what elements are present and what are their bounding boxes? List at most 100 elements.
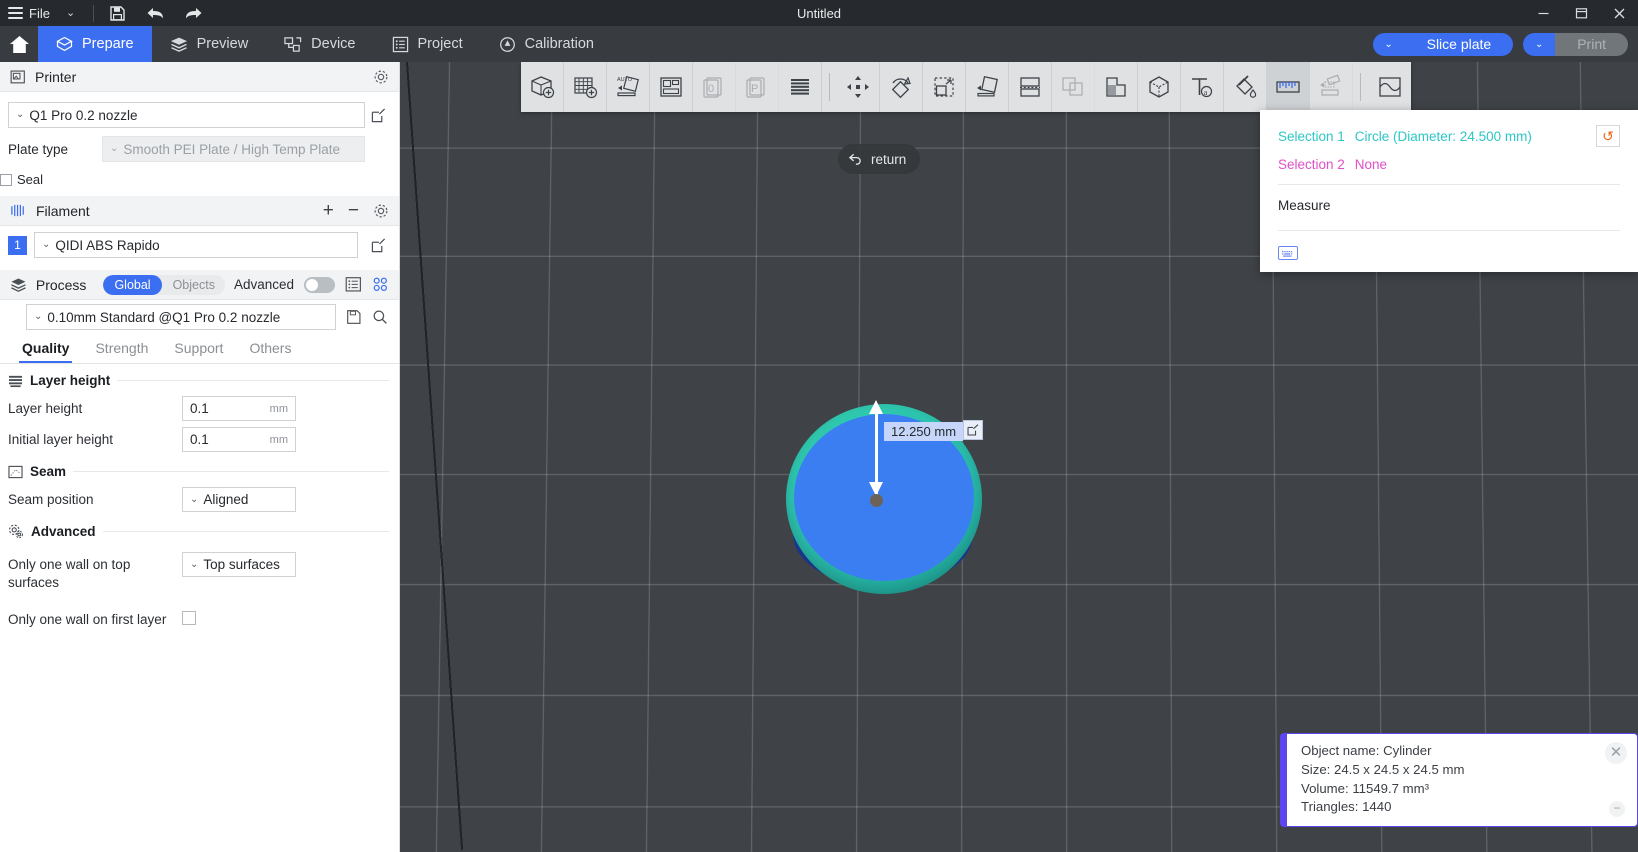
plate-type-select[interactable]: ⌄ Smooth PEI Plate / High Temp Plate [102, 136, 365, 162]
tab-prepare[interactable]: Prepare [38, 26, 152, 62]
scale-icon[interactable] [923, 62, 966, 112]
add-filament-button[interactable]: + [323, 201, 334, 220]
slice-plate-label[interactable]: Slice plate [1405, 33, 1514, 56]
tab-support[interactable]: Support [164, 340, 239, 363]
compare-icon[interactable] [372, 276, 389, 293]
simplify-model-icon[interactable] [1368, 62, 1411, 112]
seam-icon [8, 465, 23, 479]
seam-painting-icon[interactable] [1138, 62, 1181, 112]
seal-checkbox[interactable] [0, 174, 12, 186]
field-layer-height-label: Layer height [8, 396, 182, 418]
circle-center-point[interactable] [870, 494, 883, 507]
rotate-icon[interactable] [880, 62, 923, 112]
file-menu-button[interactable]: File [0, 0, 56, 26]
filament-row: 1 ⌄ QIDI ABS Rapido [0, 226, 399, 258]
close-button[interactable] [1600, 0, 1638, 26]
seam-position-select[interactable]: ⌄ Aligned [182, 487, 296, 512]
variable-layer-height-icon[interactable] [779, 62, 822, 112]
group-divider [73, 471, 389, 472]
save-icon[interactable] [98, 0, 136, 26]
move-icon[interactable] [837, 62, 880, 112]
process-scope-objects[interactable]: Objects [162, 275, 225, 295]
advanced-toggle[interactable] [304, 277, 335, 293]
undo-icon[interactable] [136, 0, 174, 26]
add-plate-icon[interactable] [564, 62, 607, 112]
return-button[interactable]: return [838, 144, 920, 174]
print-options-chevron-down-icon[interactable]: ⌄ [1523, 33, 1555, 56]
layer-height-icon [8, 374, 23, 388]
field-layer-height: Layer height 0.1 mm [0, 393, 399, 424]
tab-quality[interactable]: Quality [12, 340, 85, 363]
tab-preview[interactable]: Preview [152, 26, 267, 62]
selection-2-value: None [1355, 157, 1387, 172]
window-title: Untitled [0, 6, 1638, 21]
restore-button[interactable] [1562, 0, 1600, 26]
field-initial-layer-height: Initial layer height 0.1 mm [0, 424, 399, 455]
one-wall-top-select[interactable]: ⌄ Top surfaces [182, 552, 296, 577]
file-menu-label: File [29, 6, 50, 21]
initial-layer-height-input[interactable]: 0.1 mm [182, 427, 296, 452]
minimize-icon[interactable]: − [1609, 801, 1625, 817]
menu-chevron-down-icon[interactable]: ⌄ [56, 8, 89, 19]
minimize-button[interactable] [1524, 0, 1562, 26]
process-icon [10, 277, 27, 293]
process-section-title: Process [36, 277, 87, 293]
slice-options-chevron-down-icon[interactable]: ⌄ [1373, 33, 1405, 56]
filament-index-badge[interactable]: 1 [8, 236, 27, 255]
assembly-view-icon [1310, 62, 1353, 112]
measure-icon[interactable] [1267, 62, 1310, 112]
home-button[interactable] [0, 26, 38, 62]
printer-settings-gear-icon[interactable] [373, 69, 389, 85]
seal-row[interactable]: Seal [0, 162, 399, 190]
search-icon[interactable] [372, 309, 388, 325]
keyboard-icon[interactable] [1278, 246, 1298, 260]
list-icon[interactable] [345, 276, 362, 293]
printer-preset-select[interactable]: ⌄ Q1 Pro 0.2 nozzle [8, 102, 365, 128]
tab-strength-label: Strength [95, 340, 148, 356]
edit-printer-preset-button[interactable] [365, 108, 391, 123]
save-preset-icon[interactable] [346, 309, 362, 325]
cut-icon[interactable] [1009, 62, 1052, 112]
group-layer-height-title: Layer height [30, 373, 110, 388]
text-shape-icon[interactable]: a [1181, 62, 1224, 112]
settings-tabs: Quality Strength Support Others [0, 330, 399, 363]
edit-icon [371, 108, 386, 123]
lay-on-face-icon[interactable] [966, 62, 1009, 112]
tab-strength[interactable]: Strength [85, 340, 164, 363]
reset-icon[interactable]: ↺ [1596, 125, 1620, 147]
advanced-gear-icon [8, 524, 24, 539]
tab-calibration-label: Calibration [525, 36, 594, 52]
model-cylinder[interactable]: 12.250 mm [786, 402, 986, 622]
close-icon[interactable]: ✕ [1605, 742, 1627, 764]
field-one-wall-first-layer-label: Only one wall on first layer [8, 607, 182, 629]
process-preset-value: 0.10mm Standard @Q1 Pro 0.2 nozzle [47, 310, 280, 325]
add-object-icon[interactable] [521, 62, 564, 112]
process-preset-select[interactable]: ⌄ 0.10mm Standard @Q1 Pro 0.2 nozzle [26, 304, 336, 330]
plate-type-label: Plate type [8, 142, 102, 157]
tab-device[interactable]: Device [266, 26, 373, 62]
one-wall-first-layer-checkbox[interactable] [182, 611, 196, 625]
filament-settings-gear-icon[interactable] [373, 203, 389, 219]
filament-preset-select[interactable]: ⌄ QIDI ABS Rapido [34, 232, 358, 258]
print-label: Print [1555, 33, 1628, 56]
arrange-layout-icon[interactable] [650, 62, 693, 112]
process-scope-toggle[interactable]: Global Objects [103, 275, 225, 295]
edit-icon[interactable] [963, 420, 983, 440]
print-button[interactable]: ⌄ Print [1523, 33, 1628, 56]
tab-others[interactable]: Others [239, 340, 307, 363]
slice-plate-button[interactable]: ⌄ Slice plate [1373, 33, 1514, 56]
support-painting-icon[interactable] [1095, 62, 1138, 112]
object-info-line-volume: Volume: 11549.7 mm³ [1301, 780, 1625, 799]
edit-filament-preset-button[interactable] [365, 238, 391, 253]
process-scope-global[interactable]: Global [103, 275, 161, 295]
3d-viewport[interactable]: return AUTO 0 P [400, 62, 1638, 852]
initial-layer-height-unit: mm [270, 434, 288, 446]
tab-calibration[interactable]: Calibration [481, 26, 612, 62]
auto-arrange-icon[interactable]: AUTO [607, 62, 650, 112]
layer-height-input[interactable]: 0.1 mm [182, 396, 296, 421]
tab-project[interactable]: Project [374, 26, 481, 62]
redo-icon[interactable] [174, 0, 212, 26]
color-painting-icon[interactable] [1224, 62, 1267, 112]
toolbar-divider [1360, 73, 1361, 101]
remove-filament-button[interactable]: − [344, 201, 363, 220]
